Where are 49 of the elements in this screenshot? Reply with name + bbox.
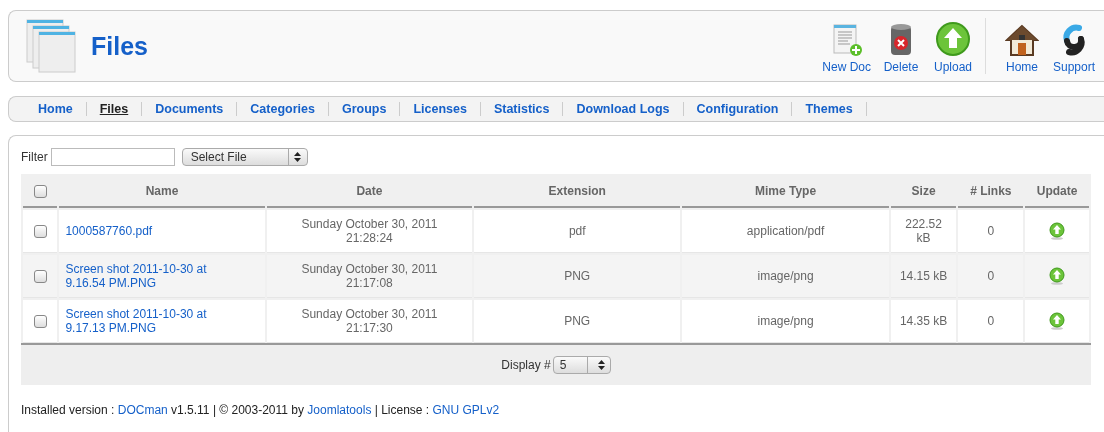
row-checkbox[interactable] xyxy=(33,225,47,239)
up-down-arrows-icon xyxy=(598,360,606,370)
page-title: Files xyxy=(91,31,148,61)
links-count-cell: 0 xyxy=(987,314,995,328)
stacked-pages-icon xyxy=(25,18,79,74)
nav-tab[interactable]: Files xyxy=(86,102,143,116)
nav-tab[interactable]: Download Logs xyxy=(563,102,684,116)
nav-tab[interactable]: Themes xyxy=(792,102,867,116)
nav-tab[interactable]: Documents xyxy=(142,102,238,116)
toolbar-button[interactable]: Home xyxy=(996,18,1048,74)
footer-link[interactable]: DOCman xyxy=(117,403,168,417)
links-count-cell: 0 xyxy=(987,269,995,283)
version-info: Installed version : DOCman v1.5.11 | © 2003-2011 by Joomlatools | License : GNU GPLv2 xyxy=(21,403,501,417)
toolbar-button[interactable]: Upload xyxy=(927,18,979,74)
nav-tab[interactable]: Categories xyxy=(237,102,329,116)
mime-type-cell: image/png xyxy=(757,269,814,283)
mime-type-cell: image/png xyxy=(757,314,814,328)
toolbar-button[interactable]: Support xyxy=(1048,18,1100,74)
size-cell: 14.35 kB xyxy=(899,314,948,328)
nav-tab[interactable]: Groups xyxy=(328,102,401,116)
nav-tab[interactable]: Statistics xyxy=(480,102,564,116)
filter-field[interactable] xyxy=(50,148,175,166)
links-count-cell: 0 xyxy=(987,224,995,238)
extension-cell: pdf xyxy=(568,224,586,238)
row-checkbox[interactable] xyxy=(33,270,47,284)
row-checkbox[interactable] xyxy=(33,315,47,329)
file-select[interactable]: Select File xyxy=(181,148,308,166)
filter-label: Filter xyxy=(21,150,48,164)
size-cell: 14.15 kB xyxy=(899,269,948,283)
file-link[interactable]: 1000587760.pdf xyxy=(65,224,153,238)
nav-tab[interactable]: Licenses xyxy=(400,102,481,116)
toolbar-button[interactable]: New Doc xyxy=(818,18,875,74)
extension-cell: PNG xyxy=(564,269,591,283)
nav-tab[interactable]: Home xyxy=(25,102,87,116)
nav-tab[interactable]: Configuration xyxy=(683,102,793,116)
select-all-checkbox[interactable] xyxy=(33,185,47,199)
date-cell: Sunday October 30, 2011 21:28:24 xyxy=(301,217,438,245)
footer-link[interactable]: GNU GPLv2 xyxy=(432,403,500,417)
extension-cell: PNG xyxy=(564,314,591,328)
up-down-arrows-icon xyxy=(294,152,302,162)
display-select[interactable]: 5 xyxy=(552,356,611,374)
house-icon xyxy=(1005,23,1039,57)
display-label: Display # xyxy=(501,358,551,372)
toolbar-button[interactable]: Delete xyxy=(875,18,927,74)
date-cell: Sunday October 30, 2011 21:17:30 xyxy=(301,307,438,335)
date-cell: Sunday October 30, 2011 21:17:08 xyxy=(301,262,438,290)
footer-link[interactable]: Joomlatools xyxy=(307,403,372,417)
size-cell-text: 222.52 kB xyxy=(904,217,943,245)
mime-type-cell: application/pdf xyxy=(746,224,825,238)
